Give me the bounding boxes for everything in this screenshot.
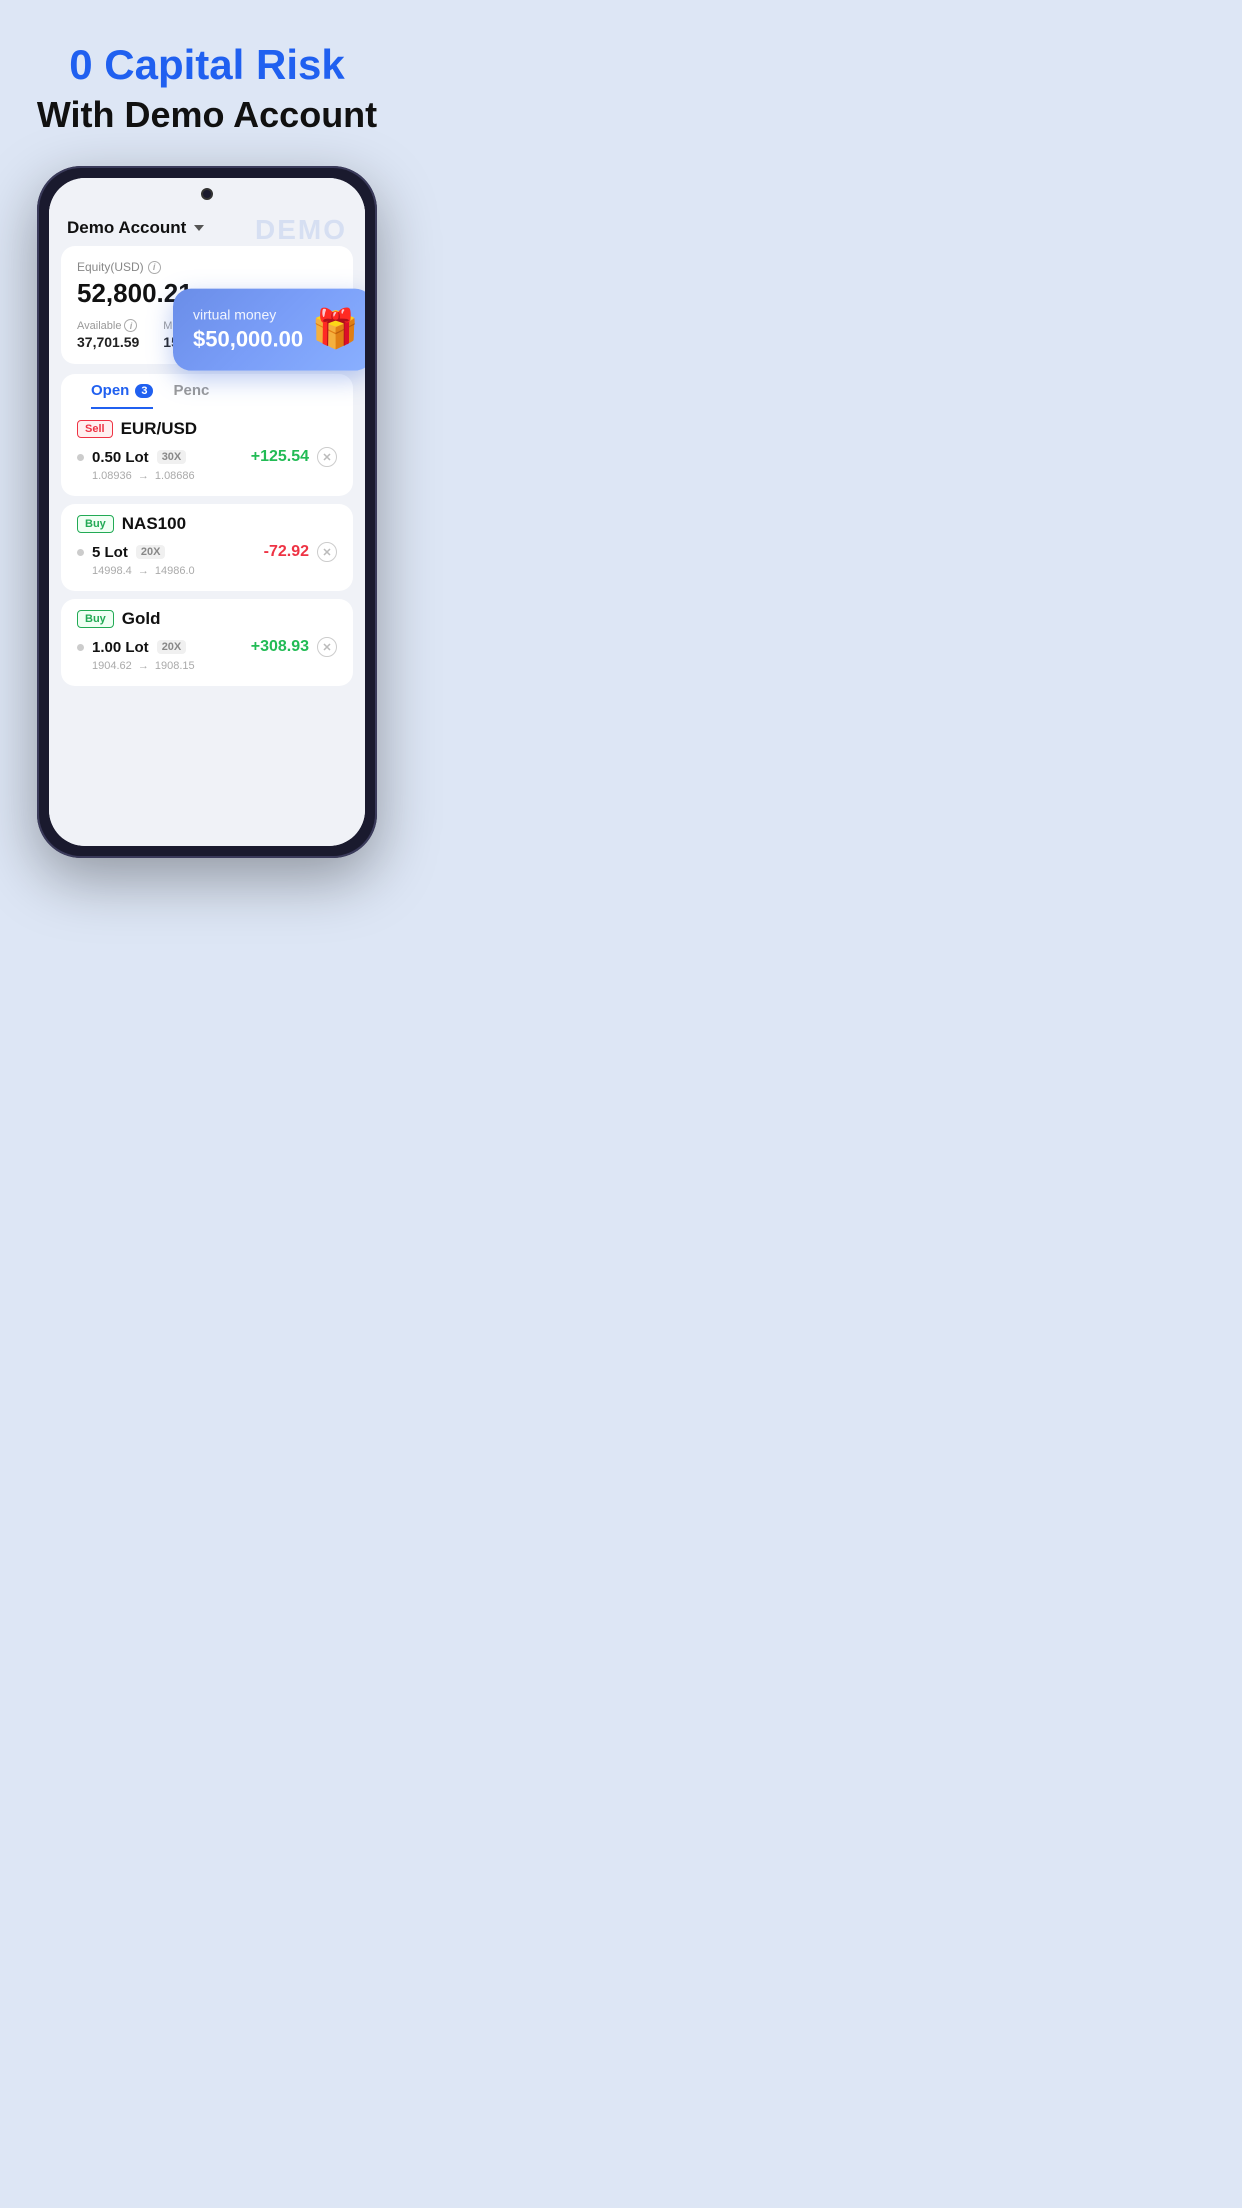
trade-header-eurusd: Sell EUR/USD [77,419,337,439]
available-info-icon[interactable]: i [124,319,137,332]
equity-info-icon[interactable]: i [148,261,161,274]
phone-notch [49,178,365,206]
app-header: Demo Account DEMO [49,206,365,246]
pnl-gold: +308.93 [251,638,309,656]
trade-card-eurusd: Sell EUR/USD 0.50 Lot 30X +125.54 ✕ [61,409,353,496]
dot-icon [77,454,84,461]
phone-shell: Demo Account DEMO Equity(USD) i 52,800.2… [37,166,377,858]
gift-icon: 🎁 [312,308,359,352]
trade-card-nas100: Buy NAS100 5 Lot 20X -72.92 ✕ [61,504,353,591]
pnl-eurusd: +125.54 [251,448,309,466]
trade-row-eurusd: 0.50 Lot 30X +125.54 ✕ [77,447,337,467]
hero-subtitle: With Demo Account [37,94,377,136]
lot-gold: 1.00 Lot [92,639,149,656]
account-name: Demo Account [67,218,186,238]
available-section: Available i 37,701.59 [77,319,139,350]
symbol-nas100: NAS100 [122,514,186,534]
close-button-gold[interactable]: ✕ [317,637,337,657]
tabs-bar: Open 3 Penc [73,374,341,409]
buy-badge-gold: Buy [77,610,114,628]
hero-section: 0 Capital Risk With Demo Account [17,40,397,136]
dot-icon [77,644,84,651]
trade-row-gold: 1.00 Lot 20X +308.93 ✕ [77,637,337,657]
lot-eurusd: 0.50 Lot [92,449,149,466]
prices-eurusd: 1.08936 → 1.08686 [92,470,337,482]
tabs-container: Open 3 Penc [61,374,353,409]
leverage-eurusd: 30X [157,450,187,464]
prices-nas100: 14998.4 → 14986.0 [92,565,337,577]
tab-open[interactable]: Open 3 [91,382,153,409]
trades-list: Sell EUR/USD 0.50 Lot 30X +125.54 ✕ [61,409,353,694]
account-selector[interactable]: Demo Account [67,218,204,238]
close-button-eurusd[interactable]: ✕ [317,447,337,467]
buy-badge-nas100: Buy [77,515,114,533]
symbol-eurusd: EUR/USD [121,419,198,439]
available-value: 37,701.59 [77,334,139,350]
equity-label: Equity(USD) i [77,260,337,274]
hero-headline: 0 Capital Risk [37,40,377,90]
leverage-nas100: 20X [136,545,166,559]
hero-title-part1: Capital Risk [104,41,344,88]
front-camera [201,188,213,200]
chevron-down-icon [194,225,204,231]
phone-screen: Demo Account DEMO Equity(USD) i 52,800.2… [49,178,365,846]
close-button-nas100[interactable]: ✕ [317,542,337,562]
dot-icon [77,549,84,556]
trade-header-gold: Buy Gold [77,609,337,629]
symbol-gold: Gold [122,609,161,629]
leverage-gold: 20X [157,640,187,654]
virtual-money-card: virtual money $50,000.00 🎁 [173,289,365,371]
demo-watermark: DEMO [255,214,347,246]
lot-nas100: 5 Lot [92,544,128,561]
app-content: Demo Account DEMO Equity(USD) i 52,800.2… [49,206,365,846]
tab-pending[interactable]: Penc [173,382,209,409]
pnl-nas100: -72.92 [264,543,309,561]
trade-header-nas100: Buy NAS100 [77,514,337,534]
sell-badge-eurusd: Sell [77,420,113,438]
open-badge: 3 [135,384,153,398]
trade-row-nas100: 5 Lot 20X -72.92 ✕ [77,542,337,562]
trade-card-gold: Buy Gold 1.00 Lot 20X +308.93 ✕ [61,599,353,686]
equity-card: Equity(USD) i 52,800.21 +360.55 Availabl… [61,246,353,364]
prices-gold: 1904.62 → 1908.15 [92,660,337,672]
hero-zero: 0 [69,41,92,88]
